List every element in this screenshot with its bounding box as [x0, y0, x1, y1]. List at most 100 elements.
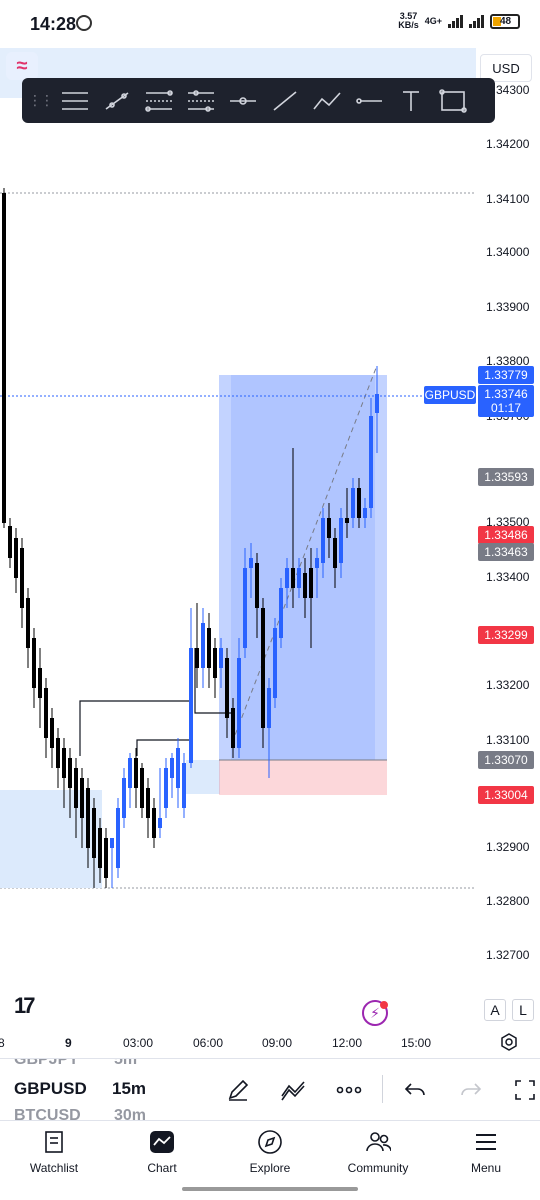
candle-body [219, 648, 223, 668]
parallel-channel-icon[interactable] [138, 81, 180, 121]
nav-chart[interactable]: Chart [112, 1129, 212, 1175]
tradingview-logo: 17 [14, 993, 36, 1018]
community-icon [365, 1129, 391, 1155]
log-scale-button[interactable]: L [512, 999, 534, 1021]
price-tick: 1.34000 [486, 245, 530, 259]
candle-body [279, 588, 283, 638]
signal-icon-2 [469, 14, 484, 28]
status-icons: 3.57 KB/s 4G+ 48 [398, 12, 520, 30]
line-icon[interactable] [264, 81, 306, 121]
price-tick: 1.33200 [486, 678, 530, 692]
candle-body [62, 748, 66, 778]
candle-body [86, 788, 90, 848]
candle-body [80, 778, 84, 818]
time-label: 15:00 [401, 1036, 432, 1050]
price-tick: 1.32800 [486, 894, 530, 908]
candle-body [309, 568, 313, 598]
nav-explore[interactable]: Explore [220, 1129, 320, 1175]
candle-body [140, 768, 144, 808]
prev-interval[interactable]: 5m [114, 1059, 137, 1069]
candle-body [146, 788, 150, 818]
symbol-price-tag: GBPUSD [424, 386, 476, 404]
auto-scale-button[interactable]: A [484, 999, 506, 1021]
candle-body [74, 768, 78, 808]
watchlist-icon [41, 1129, 67, 1155]
indicators-icon[interactable] [280, 1077, 306, 1103]
time-label: 03:00 [123, 1036, 154, 1050]
stop-price-label: 1.33004 [478, 786, 534, 804]
candle-body [195, 648, 199, 668]
text-icon[interactable] [390, 81, 432, 121]
structure-line-1 [79, 700, 190, 756]
candle-body [291, 568, 295, 588]
candle-body [231, 708, 235, 748]
chart-settings-icon[interactable] [500, 1033, 518, 1051]
level-label-3: 1.33463 [478, 543, 534, 561]
candle-body [182, 763, 186, 808]
undo-icon[interactable] [402, 1077, 428, 1103]
active-symbol[interactable]: GBPUSD [14, 1079, 87, 1099]
candle-body [98, 828, 102, 868]
time-label: 12:00 [332, 1036, 363, 1050]
candle-body [110, 838, 114, 848]
time-label: 06:00 [193, 1036, 224, 1050]
candle-body [92, 808, 96, 858]
path-icon[interactable] [306, 81, 348, 121]
prev-symbol[interactable]: GBPJPY [14, 1059, 79, 1069]
candle-body [32, 638, 36, 688]
time-label: 8 [0, 1036, 5, 1050]
candle-body [44, 688, 48, 738]
ray-icon[interactable] [348, 81, 390, 121]
chart-icon [149, 1129, 175, 1155]
time-axis: 8 9 03:00 06:00 09:00 12:00 15:00 [0, 1032, 540, 1058]
nav-menu[interactable]: Menu [436, 1129, 536, 1175]
candle-body [176, 748, 180, 788]
trend-line-icon[interactable] [96, 81, 138, 121]
nav-community[interactable]: Community [328, 1129, 428, 1175]
horizontal-line-icon[interactable] [222, 81, 264, 121]
candle-body [158, 818, 162, 828]
fullscreen-icon[interactable] [512, 1077, 538, 1103]
candle-body [56, 738, 60, 768]
last-price-label: 1.33746 01:17 [478, 385, 534, 417]
symbol-logo-button[interactable]: ≈ [6, 52, 38, 80]
candle-body [38, 668, 42, 698]
candle-body [8, 526, 12, 558]
candle-body [225, 658, 229, 718]
active-interval[interactable]: 15m [112, 1079, 146, 1099]
redo-icon[interactable] [458, 1077, 484, 1103]
home-indicator [182, 1187, 358, 1191]
next-interval[interactable]: 30m [114, 1107, 146, 1120]
price-tick: 1.33100 [486, 733, 530, 747]
candle-body [14, 538, 18, 578]
next-symbol[interactable]: BTCUSD [14, 1107, 81, 1120]
horizontal-lines-icon[interactable] [54, 81, 96, 121]
pencil-icon[interactable] [225, 1077, 251, 1103]
candle-body [333, 538, 337, 568]
fib-retracement-icon[interactable] [180, 81, 222, 121]
candle-body [249, 558, 253, 568]
high-price-label: 1.33779 [478, 366, 534, 384]
candle-body [285, 568, 289, 588]
chart-area[interactable]: 1.34300 1.34200 1.34100 1.34000 1.33900 1.338… [0, 48, 540, 1058]
net-speed: 3.57 KB/s [398, 11, 419, 30]
candle-body [303, 573, 307, 598]
price-tick: 1.34100 [486, 192, 530, 206]
status-time: 14:28 [30, 14, 77, 34]
candle-body [152, 808, 156, 838]
menu-icon [473, 1129, 499, 1155]
nav-watchlist[interactable]: Watchlist [4, 1129, 104, 1175]
candle-body [170, 758, 174, 778]
price-axis: 1.343001.342001.341001.340001.339001.338… [486, 83, 530, 962]
rectangle-icon[interactable] [432, 81, 474, 121]
candle-body [351, 488, 355, 518]
drag-handle-icon[interactable]: ⋮⋮ [28, 92, 54, 109]
stop-zone[interactable] [219, 760, 387, 795]
compass-icon [257, 1129, 283, 1155]
more-icon[interactable] [336, 1077, 362, 1103]
price-chart[interactable]: 1.343001.342001.341001.340001.339001.338… [0, 48, 540, 1058]
notification-dot [380, 1001, 388, 1009]
candle-body [104, 838, 108, 878]
candle-body [345, 518, 349, 523]
time-label: 09:00 [262, 1036, 293, 1050]
